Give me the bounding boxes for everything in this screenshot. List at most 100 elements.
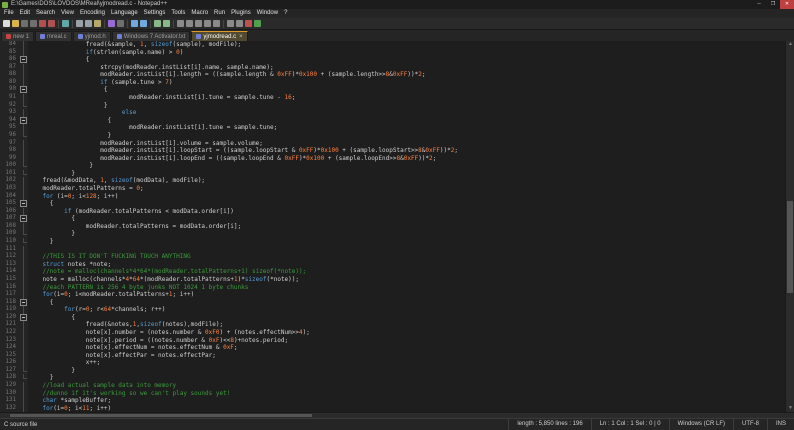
line-number[interactable]: 90 — [0, 86, 19, 95]
line-number[interactable]: 120 — [0, 313, 19, 322]
line-number[interactable]: 109 — [0, 230, 19, 239]
line-number[interactable]: 95 — [0, 124, 19, 132]
code-text[interactable]: } — [28, 230, 794, 238]
sync-vertical-icon[interactable] — [177, 20, 184, 27]
redo-icon[interactable] — [117, 20, 124, 27]
code-text[interactable]: } — [28, 238, 794, 246]
line-number[interactable]: 86 — [0, 56, 19, 64]
code-text[interactable]: { — [28, 299, 794, 307]
menu-item-settings[interactable]: Settings — [141, 9, 169, 18]
code-line[interactable]: 102 fread(&modData, 1, sizeof(modData), … — [0, 177, 794, 185]
line-number[interactable]: 103 — [0, 184, 19, 193]
code-line[interactable]: 125 note[x].effectPar = notes.effectPar; — [0, 351, 794, 360]
code-line[interactable]: 127 } — [0, 366, 794, 375]
code-text[interactable]: x++; — [28, 359, 794, 367]
line-number[interactable]: 115 — [0, 275, 19, 284]
line-number[interactable]: 113 — [0, 260, 19, 269]
code-text[interactable]: //each PATTERN is 256 4 byte junks NOT 1… — [28, 284, 794, 292]
code-line[interactable]: 122 note[x].number = (notes.number & 0xF… — [0, 328, 794, 337]
code-line[interactable]: 93 else — [0, 109, 794, 117]
code-line[interactable]: 99 modReader.instList[i].loopEnd = ((sam… — [0, 154, 794, 163]
line-number[interactable]: 104 — [0, 192, 19, 201]
line-number[interactable]: 96 — [0, 131, 19, 140]
code-text[interactable]: if (modReader.totalPatterns < modData.or… — [28, 208, 794, 216]
line-number[interactable]: 124 — [0, 344, 19, 352]
code-line[interactable]: 106 if (modReader.totalPatterns < modDat… — [0, 207, 794, 216]
code-text[interactable]: for(i=0; i<modReader.totalPatterns+1; i+… — [28, 291, 794, 299]
code-text[interactable]: //load actual sample data into memory — [28, 382, 794, 390]
line-number[interactable]: 84 — [0, 41, 19, 49]
tab-yjmod-h[interactable]: yjmod.h — [72, 31, 111, 41]
menu-item-run[interactable]: Run — [211, 9, 228, 18]
code-text[interactable]: for(r=0; r<64*channels; r++) — [28, 306, 794, 314]
code-line[interactable]: 123 note[x].period = ((notes.number & 0x… — [0, 336, 794, 345]
record-macro-icon[interactable] — [245, 20, 252, 27]
horizontal-scrollbar[interactable] — [0, 412, 794, 418]
cut-icon[interactable] — [76, 20, 83, 27]
code-text[interactable]: modReader.instList[i].tune = sample.tune… — [28, 124, 794, 132]
code-line[interactable]: 114 //note = malloc(channels*4*64*(modRe… — [0, 268, 794, 276]
code-line[interactable]: 96 } — [0, 131, 794, 140]
code-editor[interactable]: 84 fread(&sample, 1, sizeof(sample), mod… — [0, 41, 794, 418]
indent-guide-icon[interactable] — [213, 20, 220, 27]
code-line[interactable]: 111 — [0, 245, 794, 254]
line-number[interactable]: 107 — [0, 215, 19, 223]
code-text[interactable]: } — [28, 102, 794, 110]
code-line[interactable]: 108 modReader.totalPatterns = modData.or… — [0, 222, 794, 231]
code-line[interactable]: 87 strcpy(modReader.instList[i].name, sa… — [0, 63, 794, 72]
undo-icon[interactable] — [108, 20, 115, 27]
replace-icon[interactable] — [140, 20, 147, 27]
code-text[interactable]: //note = malloc(channels*4*64*(modReader… — [28, 268, 794, 276]
line-number[interactable]: 116 — [0, 283, 19, 292]
line-number[interactable]: 112 — [0, 253, 19, 261]
zoom-in-icon[interactable] — [154, 20, 161, 27]
code-text[interactable]: modReader.totalPatterns = 0; — [28, 185, 794, 193]
line-number[interactable]: 108 — [0, 222, 19, 231]
line-number[interactable]: 111 — [0, 245, 19, 254]
code-line[interactable]: 116 //each PATTERN is 256 4 byte junks N… — [0, 283, 794, 292]
line-number[interactable]: 101 — [0, 169, 19, 178]
line-number[interactable]: 127 — [0, 366, 19, 375]
zoom-out-icon[interactable] — [163, 20, 170, 27]
line-number[interactable]: 117 — [0, 291, 19, 299]
line-number[interactable]: 128 — [0, 374, 19, 383]
fold-collapse-icon[interactable] — [19, 56, 28, 64]
code-line[interactable]: 110 } — [0, 238, 794, 246]
code-line[interactable]: 130 //dunno if it's working so we can't … — [0, 389, 794, 398]
code-line[interactable]: 121 fread(&notes,1,sizeof(notes),modFile… — [0, 321, 794, 329]
menu-item-search[interactable]: Search — [33, 9, 58, 18]
menu-item-help[interactable]: ? — [281, 9, 290, 18]
menu-item-encoding[interactable]: Encoding — [77, 9, 108, 18]
line-number[interactable]: 85 — [0, 48, 19, 57]
code-text[interactable]: } — [28, 374, 794, 382]
sync-horizontal-icon[interactable] — [186, 20, 193, 27]
code-text[interactable]: struct notes *note; — [28, 261, 794, 269]
code-text[interactable]: note = malloc(channels*4*64*(modReader.t… — [28, 276, 794, 284]
menu-item-window[interactable]: Window — [254, 9, 281, 18]
code-line[interactable]: 92 } — [0, 101, 794, 110]
code-text[interactable]: fread(&notes,1,sizeof(notes),modFile); — [28, 321, 794, 329]
code-line[interactable]: 88 modReader.instList[i].length = ((samp… — [0, 71, 794, 79]
code-text[interactable]: modReader.instList[i].loopEnd = ((sample… — [28, 155, 794, 163]
code-line[interactable]: 91 modReader.instList[i].tune = sample.t… — [0, 94, 794, 102]
code-line[interactable]: 117 for(i=0; i<modReader.totalPatterns+1… — [0, 291, 794, 299]
line-number[interactable]: 92 — [0, 101, 19, 110]
line-number[interactable]: 114 — [0, 268, 19, 276]
menu-item-view[interactable]: View — [58, 9, 77, 18]
code-line[interactable]: 120 { — [0, 313, 794, 322]
code-line[interactable]: 98 modReader.instList[i].loopStart = ((s… — [0, 147, 794, 155]
code-text[interactable]: modReader.instList[i].tune = sample.tune… — [28, 94, 794, 102]
fold-collapse-icon[interactable] — [19, 86, 28, 95]
menu-item-plugins[interactable]: Plugins — [228, 9, 254, 18]
save-all-icon[interactable] — [30, 20, 37, 27]
save-icon[interactable] — [21, 20, 28, 27]
minimize-button[interactable]: ─ — [752, 0, 766, 9]
copy-icon[interactable] — [85, 20, 92, 27]
code-text[interactable]: fread(&sample, 1, sizeof(sample), modFil… — [28, 41, 794, 49]
code-text[interactable]: note[x].effectPar = notes.effectPar; — [28, 352, 794, 360]
code-line[interactable]: 85 if(strlen(sample.name) > 0) — [0, 48, 794, 57]
menu-item-language[interactable]: Language — [108, 9, 141, 18]
code-text[interactable]: } — [28, 162, 794, 170]
code-text[interactable]: { — [28, 117, 794, 125]
code-text[interactable]: //dunno if it's working so we can't play… — [28, 390, 794, 398]
